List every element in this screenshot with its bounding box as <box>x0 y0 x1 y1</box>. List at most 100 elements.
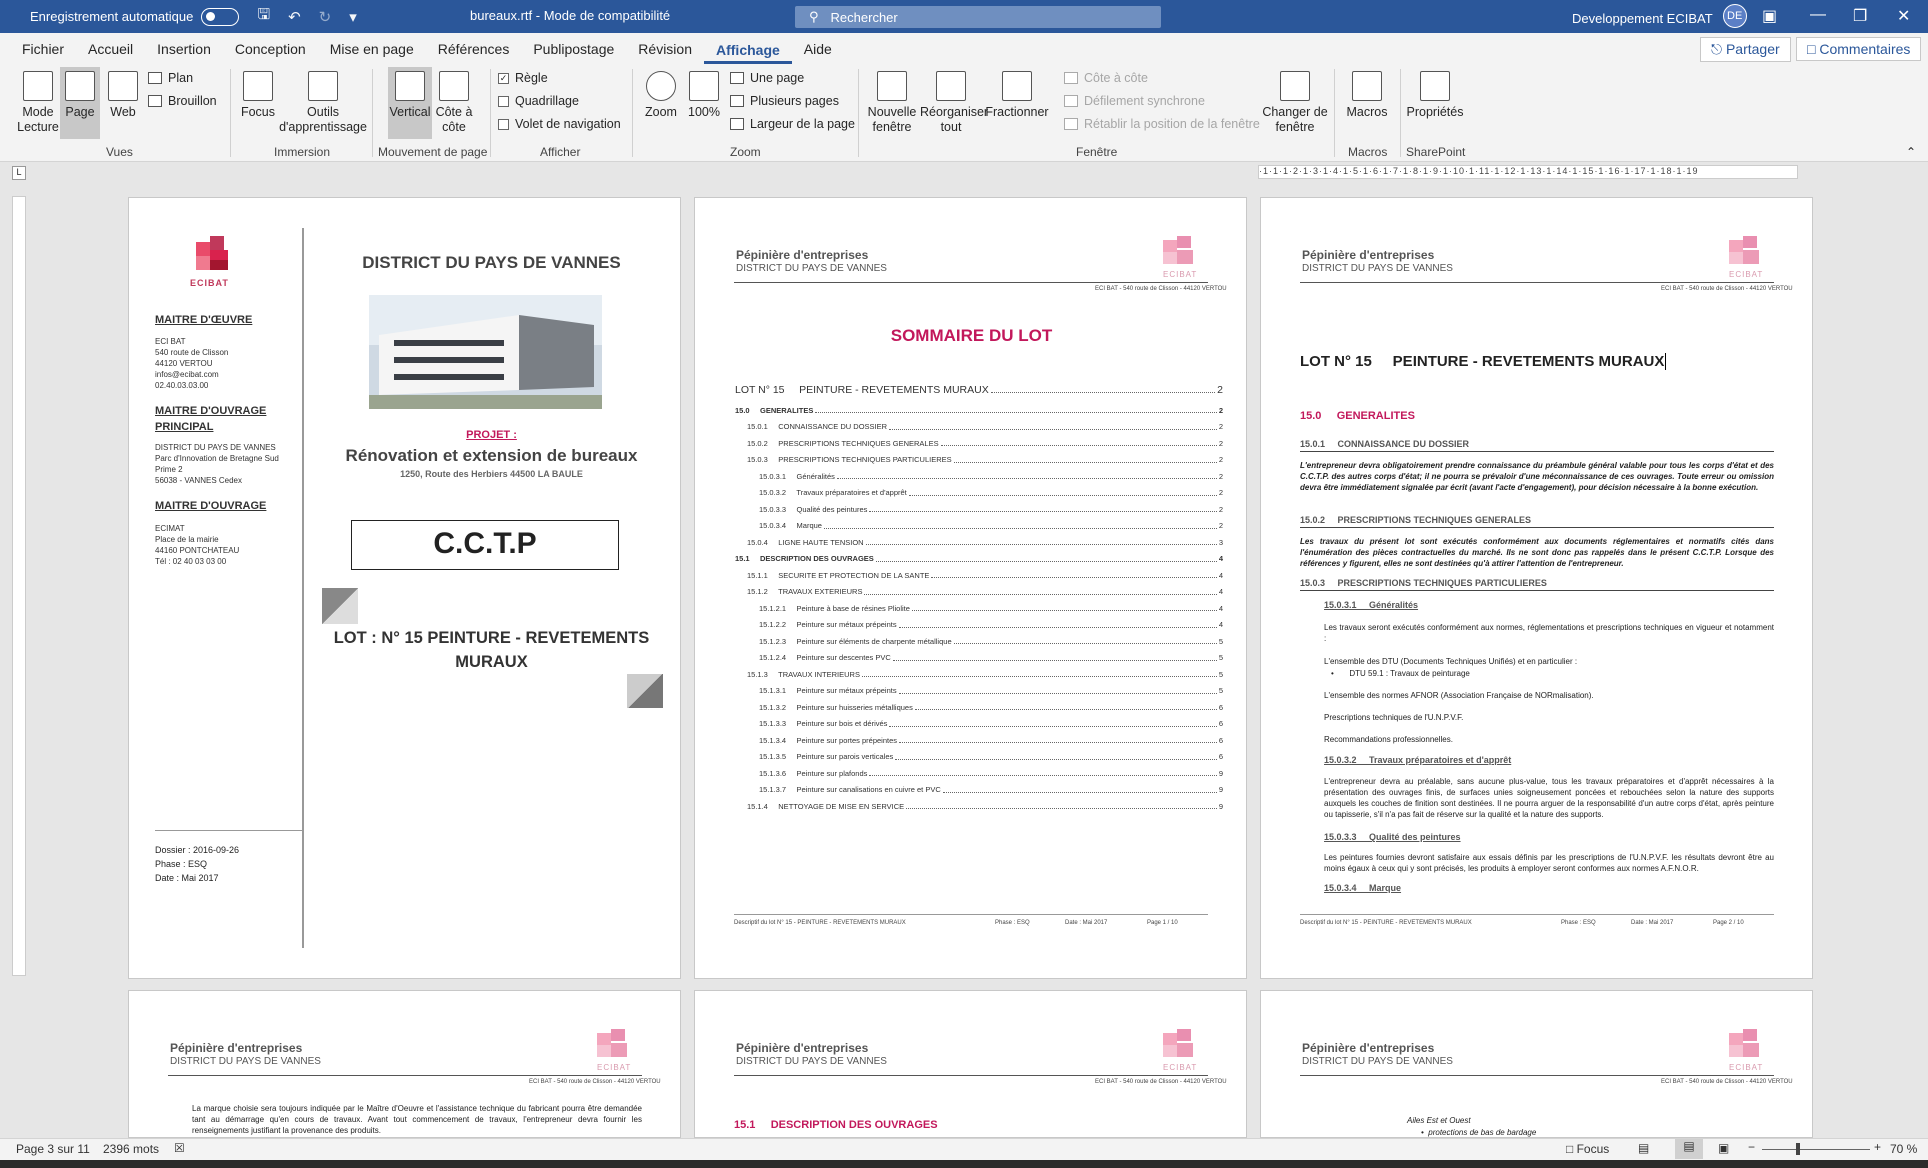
toc-entry[interactable]: 15.1.3.2 Peinture sur huisseries métalli… <box>735 699 1223 716</box>
comments-button[interactable]: □ Commentaires <box>1796 37 1922 61</box>
macros-button[interactable]: Macros <box>1342 67 1392 120</box>
toc-entry[interactable]: 15.0.3.1 Généralités 2 <box>735 468 1223 485</box>
tab-conception[interactable]: Conception <box>223 41 318 57</box>
customize-qat-icon[interactable]: ▾ <box>349 8 357 26</box>
toc-entry[interactable]: 15.0.1 CONNAISSANCE DU DOSSIER 2 <box>735 419 1223 436</box>
learning-tools-button[interactable]: Outils d'apprentissage <box>278 67 368 135</box>
toc-entry[interactable]: LOT N° 15 PEINTURE - REVETEMENTS MURAUX 2 <box>735 378 1223 402</box>
une-page-button[interactable]: Une page <box>730 71 804 85</box>
cote-a-cote-fenetre-button[interactable]: Côte à côte <box>1064 71 1148 85</box>
toc-entry[interactable]: 15.1.4 NETTOYAGE DE MISE EN SERVICE 9 <box>735 798 1223 815</box>
regle-checkbox[interactable]: ✓ Règle <box>498 71 548 85</box>
web-layout-icon[interactable]: ▣ <box>1718 1141 1729 1155</box>
tab-mise-en-page[interactable]: Mise en page <box>318 41 426 57</box>
zoom-slider[interactable] <box>1762 1149 1870 1150</box>
zoom-button[interactable]: Zoom <box>640 67 682 120</box>
share-button[interactable]: ⎋ Partager <box>1700 37 1791 62</box>
zoom-out-icon[interactable]: − <box>1748 1140 1755 1154</box>
page-count[interactable]: Page 3 sur 11 <box>16 1142 90 1156</box>
tab-aide[interactable]: Aide <box>792 41 844 57</box>
toc-entry[interactable]: 15.0.3.4 Marque 2 <box>735 518 1223 535</box>
toc-entry[interactable]: 15.1.2.3 Peinture sur éléments de charpe… <box>735 633 1223 650</box>
tab-fichier[interactable]: Fichier <box>10 41 76 57</box>
toc-entry[interactable]: 15.1.3.6 Peinture sur plafonds 9 <box>735 765 1223 782</box>
toc-entry[interactable]: 15.0.4 LIGNE HAUTE TENSION 3 <box>735 534 1223 551</box>
focus-button[interactable]: Focus <box>238 67 278 120</box>
word-count[interactable]: 2396 mots <box>103 1142 159 1156</box>
toggle-switch[interactable] <box>201 7 240 26</box>
mode-lecture-button[interactable]: Mode Lecture <box>16 67 60 135</box>
toc-entry[interactable]: 15.1.3 TRAVAUX INTERIEURS 5 <box>735 666 1223 683</box>
proprietes-button[interactable]: Propriétés <box>1406 67 1464 120</box>
save-icon[interactable]: 🖫 <box>257 4 270 29</box>
changer-fenetre-button[interactable]: Changer de fenêtre <box>1262 67 1328 135</box>
toc-entry[interactable]: 15.1.3.7 Peinture sur canalisations en c… <box>735 782 1223 799</box>
volet-navigation-checkbox[interactable]: Volet de navigation <box>498 117 621 131</box>
defilement-synchrone-button[interactable]: Défilement synchrone <box>1064 94 1205 108</box>
retablir-position-button[interactable]: Rétablir la position de la fenêtre <box>1064 117 1260 131</box>
vertical-ruler[interactable] <box>12 196 26 976</box>
web-view-button[interactable]: Web <box>103 67 143 120</box>
toc-entry[interactable]: 15.1.2 TRAVAUX EXTERIEURS 4 <box>735 584 1223 601</box>
toc-entry[interactable]: 15.0.2 PRESCRIPTIONS TECHNIQUES GENERALE… <box>735 435 1223 452</box>
tab-insertion[interactable]: Insertion <box>145 41 223 57</box>
toc-entry[interactable]: 15.0.3.3 Qualité des peintures 2 <box>735 501 1223 518</box>
fractionner-button[interactable]: Fractionner <box>984 67 1050 120</box>
zoom-100-button[interactable]: 100% <box>684 67 724 120</box>
cote-a-cote-button[interactable]: Côte à côte <box>432 67 476 135</box>
quadrillage-checkbox[interactable]: Quadrillage <box>498 94 579 108</box>
zoom-slider-thumb[interactable] <box>1796 1143 1800 1155</box>
horizontal-ruler[interactable]: ·1·1·1·2·1·3·1·4·1·5·1·6·1·7·1·8·1·9·1·1… <box>1258 165 1798 179</box>
toc-entry[interactable]: 15.1.2.4 Peinture sur descentes PVC 5 <box>735 650 1223 667</box>
toc-entry[interactable]: 15.1.3.4 Peinture sur portes prépeintes 6 <box>735 732 1223 749</box>
autosave-toggle[interactable]: Enregistrement automatique <box>30 7 240 26</box>
tab-affichage[interactable]: Affichage <box>704 34 792 64</box>
page-view-button[interactable]: Page <box>60 67 100 139</box>
reorganiser-button[interactable]: Réorganiser tout <box>920 67 988 135</box>
zoom-in-icon[interactable]: + <box>1874 1140 1881 1154</box>
collapse-ribbon-icon[interactable]: ⌃ <box>1906 145 1916 159</box>
user-account[interactable]: Developpement ECIBAT DE <box>1572 4 1747 28</box>
redo-icon[interactable]: ↻ <box>319 8 332 26</box>
toc-entry[interactable]: 15.1.3.1 Peinture sur métaux prépeints 5 <box>735 683 1223 700</box>
toc-entry[interactable]: 15.1.2.1 Peinture à base de résines Plio… <box>735 600 1223 617</box>
toc-entry[interactable]: 15.1 DESCRIPTION DES OUVRAGES 4 <box>735 551 1223 568</box>
header-title: Pépinière d'entreprises <box>736 248 869 262</box>
focus-mode-button[interactable]: □ Focus <box>1566 1142 1609 1156</box>
brouillon-label: Brouillon <box>168 94 217 108</box>
minimize-icon[interactable]: — <box>1810 6 1826 24</box>
search-box[interactable]: ⚲ Rechercher <box>795 6 1161 28</box>
brouillon-button[interactable]: Brouillon <box>148 94 217 108</box>
tab-publipostage[interactable]: Publipostage <box>521 41 626 57</box>
close-icon[interactable]: ✕ <box>1897 6 1910 26</box>
group-sharepoint: SharePoint <box>1406 145 1466 159</box>
tab-selector-icon[interactable]: L <box>12 166 26 180</box>
plusieurs-pages-button[interactable]: Plusieurs pages <box>730 94 839 108</box>
vertical-button[interactable]: Vertical <box>388 67 432 139</box>
lot-heading[interactable]: LOT N° 15 PEINTURE - REVETEMENTS MURAUX <box>1300 353 1667 370</box>
proofing-icon[interactable]: ☒ <box>174 1141 185 1155</box>
toc-entry[interactable]: 15.1.3.3 Peinture sur bois et dérivés 6 <box>735 716 1223 733</box>
tab-revision[interactable]: Révision <box>626 41 704 57</box>
print-layout-icon[interactable]: ▤ <box>1675 1139 1703 1159</box>
search-input[interactable]: Rechercher <box>831 10 898 25</box>
avatar[interactable]: DE <box>1722 4 1747 28</box>
undo-icon[interactable]: ↶ <box>288 8 301 26</box>
tab-references[interactable]: Références <box>426 41 522 57</box>
ribbon-display-icon[interactable]: ▣ <box>1762 6 1777 26</box>
toc-entry[interactable]: 15.0 GENERALITES 2 <box>735 402 1223 419</box>
zoom-level[interactable]: 70 % <box>1890 1142 1917 1156</box>
toc-entry[interactable]: 15.1.3.5 Peinture sur parois verticales 6 <box>735 749 1223 766</box>
toc-entry[interactable]: 15.1.2.2 Peinture sur métaux prépeints 4 <box>735 617 1223 634</box>
restore-icon[interactable]: ❐ <box>1853 6 1867 26</box>
tab-accueil[interactable]: Accueil <box>76 41 145 57</box>
toc-entry[interactable]: 15.1.1 SECURITE ET PROTECTION DE LA SANT… <box>735 567 1223 584</box>
toc-entry-page: 5 <box>1218 653 1223 663</box>
plan-button[interactable]: Plan <box>148 71 193 85</box>
largeur-page-button[interactable]: Largeur de la page <box>730 117 855 131</box>
read-mode-icon[interactable]: ▤ <box>1638 1141 1649 1155</box>
nouvelle-fenetre-button[interactable]: Nouvelle fenêtre <box>866 67 918 135</box>
logo-text: ECIBAT <box>1163 1063 1198 1072</box>
toc-entry[interactable]: 15.0.3 PRESCRIPTIONS TECHNIQUES PARTICUL… <box>735 452 1223 469</box>
toc-entry[interactable]: 15.0.3.2 Travaux préparatoires et d'appr… <box>735 485 1223 502</box>
